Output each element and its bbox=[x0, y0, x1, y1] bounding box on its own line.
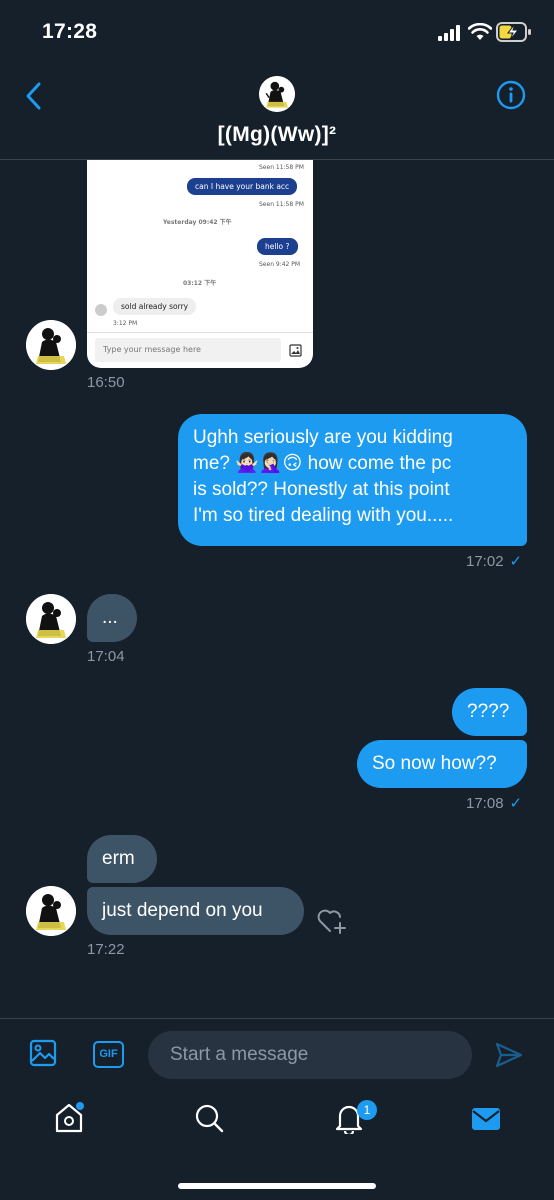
shared-image[interactable]: Seen 11:58 PM can I have your bank acc S… bbox=[87, 160, 313, 368]
message-time: 17:02 ✓ bbox=[466, 553, 523, 570]
conversation-title[interactable]: [(Mg)(Ww)]² bbox=[0, 123, 554, 147]
new-content-indicator bbox=[76, 1102, 84, 1110]
divider bbox=[87, 332, 313, 333]
avatar[interactable] bbox=[26, 886, 76, 936]
image-avatar bbox=[95, 304, 107, 316]
image-attach-icon bbox=[289, 344, 302, 357]
seen-label: Seen 9:42 PM bbox=[259, 261, 301, 268]
message-bubble-incoming[interactable]: just depend on you bbox=[87, 887, 304, 935]
info-icon[interactable] bbox=[496, 80, 526, 110]
date-divider: 03:12 下午 bbox=[183, 280, 217, 287]
reply-time: 3:12 PM bbox=[113, 320, 138, 327]
back-icon[interactable] bbox=[20, 80, 48, 112]
seen-label: Seen 11:58 PM bbox=[259, 201, 304, 208]
message-time: 17:04 bbox=[87, 648, 125, 665]
message-line: is sold?? Honestly at this point bbox=[193, 479, 450, 500]
home-indicator bbox=[178, 1183, 376, 1189]
battery-charging-icon bbox=[496, 22, 531, 42]
image-message-bubble: hello ? bbox=[257, 238, 298, 255]
message-bubble-outgoing[interactable]: ???? bbox=[452, 688, 527, 736]
sent-check-icon: ✓ bbox=[509, 795, 523, 812]
message-line: I'm so tired dealing with you..... bbox=[193, 505, 454, 526]
image-message-bubble: can I have your bank acc bbox=[187, 178, 298, 195]
search-icon[interactable] bbox=[194, 1102, 224, 1134]
message-time: 17:22 bbox=[87, 941, 125, 958]
conversation-header: [(Mg)(Ww)]² bbox=[0, 64, 554, 160]
avatar[interactable] bbox=[26, 594, 76, 644]
sent-check-icon: ✓ bbox=[509, 553, 523, 570]
add-reaction-icon[interactable] bbox=[316, 905, 348, 935]
notification-badge: 1 bbox=[357, 1100, 377, 1120]
mail-icon[interactable] bbox=[471, 1102, 501, 1134]
seen-label: Seen 11:58 PM bbox=[259, 164, 304, 171]
message-input[interactable]: Start a message bbox=[148, 1031, 472, 1079]
message-bubble-outgoing[interactable]: So now how?? bbox=[357, 740, 527, 788]
message-line: me? 🙅🏻‍♀️🤦🏻‍♀️🙃 how come the pc bbox=[193, 453, 452, 474]
send-icon[interactable] bbox=[494, 1041, 524, 1069]
avatar[interactable] bbox=[26, 320, 76, 370]
image-input-field: Type your message here bbox=[95, 338, 281, 362]
wifi-icon bbox=[468, 23, 492, 40]
gif-icon[interactable]: GIF bbox=[93, 1041, 124, 1068]
message-time: 17:08 ✓ bbox=[466, 795, 523, 812]
message-line: Ughh seriously are you kidding bbox=[193, 427, 453, 448]
date-divider: Yesterday 09:42 下午 bbox=[163, 219, 232, 226]
message-time: 16:50 bbox=[87, 374, 125, 391]
message-bubble-outgoing[interactable]: Ughh seriously are you kidding me? 🙅🏻‍♀️… bbox=[178, 414, 527, 546]
image-reply-bubble: sold already sorry bbox=[113, 298, 197, 315]
header-avatar[interactable] bbox=[259, 76, 295, 112]
image-icon[interactable] bbox=[29, 1039, 57, 1067]
signal-icon bbox=[438, 25, 460, 41]
message-composer: GIF Start a message bbox=[0, 1018, 554, 1092]
status-bar: 17:28 bbox=[0, 0, 554, 64]
status-time: 17:28 bbox=[42, 20, 98, 43]
message-bubble-incoming[interactable]: erm bbox=[87, 835, 157, 883]
message-bubble-incoming[interactable]: ... bbox=[87, 594, 137, 642]
